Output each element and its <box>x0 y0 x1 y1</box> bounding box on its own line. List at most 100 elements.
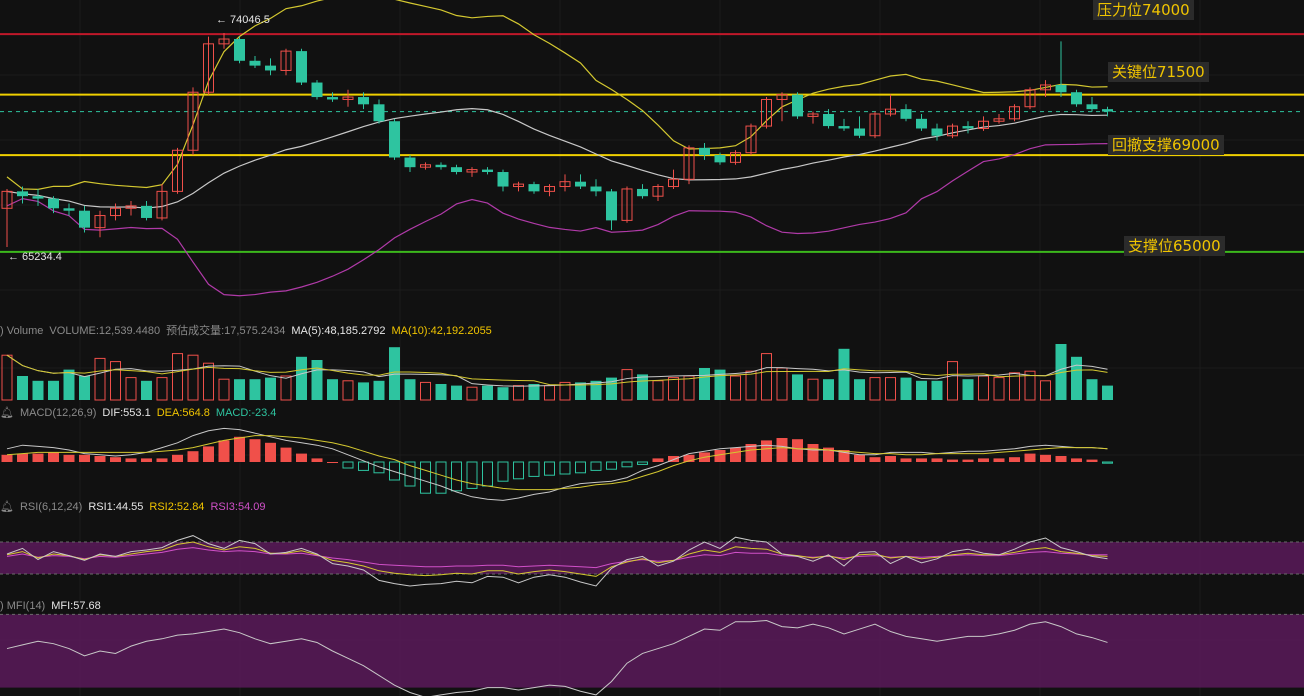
macd-bar <box>792 439 803 462</box>
volume-bar <box>94 357 106 401</box>
mfi-band <box>0 614 1304 688</box>
volume-bar <box>544 385 555 401</box>
macd-bar <box>79 454 90 462</box>
candle-body <box>435 164 447 168</box>
volume-bar <box>17 376 28 400</box>
volume-bar <box>48 380 59 400</box>
macd-bar <box>327 462 338 463</box>
volume-bar <box>730 375 741 401</box>
macd-bar <box>575 461 586 474</box>
macd-bar <box>544 461 555 476</box>
candle-body <box>699 147 710 156</box>
candle-body <box>296 51 307 83</box>
volume-bar <box>637 374 648 400</box>
volume-bar <box>854 379 865 400</box>
candle-body <box>1071 92 1082 105</box>
macd-bar <box>249 439 261 462</box>
candle-body <box>714 155 726 163</box>
macd-bar <box>48 452 59 462</box>
volume-bar <box>699 368 710 400</box>
volume-bar <box>1040 380 1051 401</box>
macd-dea: DEA:564.8 <box>156 407 210 419</box>
volume-bar <box>373 380 385 400</box>
candle-body <box>311 82 323 98</box>
volume-name: ) Volume <box>0 325 44 337</box>
candle-body <box>32 196 44 199</box>
volume-bar <box>807 378 819 401</box>
volume-bar <box>327 379 338 400</box>
macd-bar <box>885 456 896 462</box>
volume-bar <box>1071 356 1082 400</box>
bell-icon[interactable]: 🔔︎ <box>0 407 14 419</box>
macd-bar <box>110 457 121 462</box>
macd-bar <box>559 461 571 475</box>
volume-bar <box>621 369 633 401</box>
bell-icon[interactable]: 🔔︎ <box>0 501 14 513</box>
volume-bar <box>451 385 462 400</box>
macd-bar <box>1055 456 1067 462</box>
rsi-name: RSI(6,12,24) <box>19 501 83 513</box>
volume-bar <box>1009 372 1020 401</box>
volume-bar <box>125 377 137 401</box>
candle-body <box>451 167 462 173</box>
volume-bar <box>497 387 509 400</box>
candle-body <box>389 121 400 158</box>
rsi1-value: RSI1:44.55 <box>88 501 144 513</box>
volume-bar <box>482 385 493 400</box>
macd-bar <box>296 453 307 462</box>
volume-bar <box>947 361 958 401</box>
candle-body <box>497 172 509 187</box>
macd-bar <box>854 454 865 462</box>
candle-body <box>79 210 90 228</box>
volume-bar <box>668 377 679 401</box>
macd-bar <box>63 454 75 462</box>
macd-bar <box>1040 454 1051 462</box>
macd-bar <box>1024 453 1036 462</box>
price-chart[interactable] <box>0 0 1304 696</box>
macd-bar <box>94 456 106 462</box>
high-marker: ← 74046.5 <box>216 14 270 26</box>
macd-bar <box>218 440 230 462</box>
candle-body <box>17 191 28 197</box>
macd-bar <box>32 453 44 462</box>
candle-body <box>916 118 927 129</box>
macd-bar <box>606 461 617 470</box>
macd-bar <box>172 454 183 462</box>
candle-body <box>327 97 338 100</box>
macd-bar <box>730 447 741 462</box>
volume-bar <box>993 377 1005 401</box>
macd-bar <box>900 458 912 462</box>
macd-bar <box>962 459 974 462</box>
macd-dif-line <box>6 427 1108 501</box>
volume-bar <box>187 354 199 401</box>
macd-bar <box>714 450 726 462</box>
volume-bar <box>776 367 788 401</box>
volume-bar <box>234 379 245 400</box>
macd-bar <box>776 438 788 462</box>
macd-bar <box>497 461 509 482</box>
mfi-header: ) MFI(14) MFI:57.68 <box>0 599 107 613</box>
macd-bar <box>311 458 323 462</box>
macd-bar <box>141 458 152 462</box>
macd-bar <box>761 440 772 462</box>
candle-body <box>931 128 943 136</box>
volume-bar <box>1102 385 1113 400</box>
candle-body <box>373 104 385 122</box>
macd-bar <box>807 444 819 462</box>
volume-ma5: MA(5):48,185.2792 <box>291 325 386 337</box>
macd-bar <box>1086 459 1098 462</box>
candle-body <box>575 181 586 187</box>
volume-bar <box>885 377 896 401</box>
volume-bar <box>249 379 261 400</box>
candle-body <box>838 126 850 129</box>
volume-bar <box>931 380 943 400</box>
volume-bar <box>761 353 772 401</box>
candle-body <box>1102 109 1113 112</box>
volume-bar <box>1086 379 1098 400</box>
macd-bar <box>420 461 431 494</box>
candle-body <box>48 198 59 209</box>
volume-bar <box>79 376 90 400</box>
candle-body <box>404 157 416 168</box>
rsi-band <box>0 542 1304 574</box>
rsi3-value: RSI3:54.09 <box>210 501 266 513</box>
